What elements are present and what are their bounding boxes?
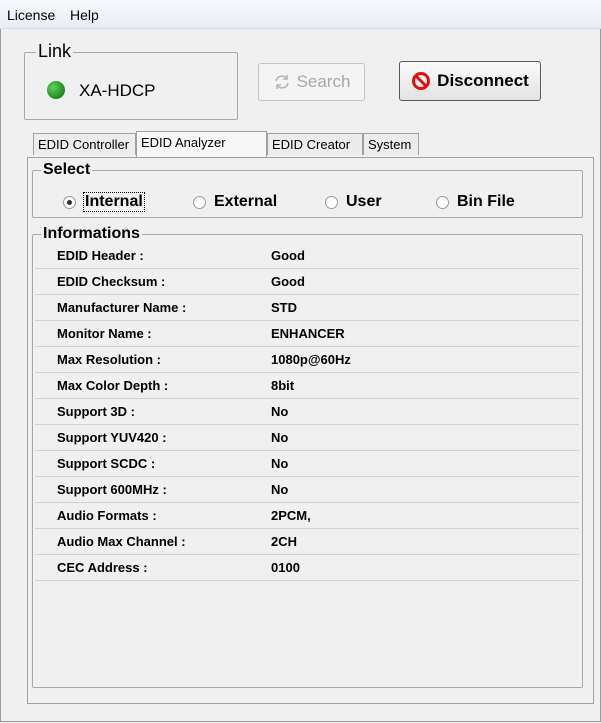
search-button-label: Search xyxy=(296,72,351,91)
info-value: 0100 xyxy=(271,560,300,575)
info-value: 2CH xyxy=(271,534,298,549)
tab-system[interactable]: System xyxy=(363,133,419,155)
info-value: No xyxy=(271,404,289,419)
info-value: ENHANCER xyxy=(271,326,345,341)
link-title: Link xyxy=(36,41,74,62)
radio-internal[interactable]: Internal xyxy=(63,192,145,212)
info-label: EDID Checksum : xyxy=(57,274,166,289)
radio-button[interactable] xyxy=(325,195,338,209)
radio-bin-file[interactable]: Bin File xyxy=(436,193,515,211)
radio-button[interactable] xyxy=(436,195,449,209)
tab-edid-controller[interactable]: EDID Controller xyxy=(33,133,136,155)
radio-label: External xyxy=(214,193,278,210)
menu-help[interactable]: Help xyxy=(70,7,99,23)
radio-label: User xyxy=(346,193,382,210)
radio-button[interactable] xyxy=(193,195,206,209)
info-row: Manufacturer Name : STD xyxy=(35,295,579,321)
disconnect-button-label: Disconnect xyxy=(437,71,529,90)
device-name: XA-HDCP xyxy=(79,81,156,100)
info-label: Support SCDC : xyxy=(57,456,156,471)
info-row: Monitor Name : ENHANCER xyxy=(35,321,579,347)
info-value: 2PCM, xyxy=(271,508,311,523)
select-title: Select xyxy=(41,161,93,179)
informations-list: EDID Header : Good EDID Checksum : Good Ma… xyxy=(35,243,579,581)
info-row: Support SCDC : No xyxy=(35,451,579,477)
info-value: No xyxy=(271,482,289,497)
informations-title: Informations xyxy=(41,225,142,243)
informations-group: Informations EDID Header : Good EDID Chec… xyxy=(32,225,583,688)
search-button[interactable]: Search xyxy=(258,63,365,101)
menu-license[interactable]: License xyxy=(7,7,55,23)
prohibited-icon xyxy=(412,72,431,90)
tab-edid-analyzer[interactable]: EDID Analyzer xyxy=(136,131,267,157)
info-value: 1080p@60Hz xyxy=(271,352,351,367)
info-row: Support 600MHz : No xyxy=(35,477,579,503)
radio-user[interactable]: User xyxy=(325,193,382,211)
connection-status-led-icon xyxy=(47,81,65,99)
info-value: Good xyxy=(271,274,305,289)
menu-bar: License Help xyxy=(0,0,601,29)
info-row: Audio Max Channel : 2CH xyxy=(35,529,579,555)
info-label: Support 600MHz : xyxy=(57,482,167,497)
info-label: Audio Formats : xyxy=(57,508,157,523)
info-value: 8bit xyxy=(271,378,295,393)
info-value: No xyxy=(271,456,289,471)
radio-external[interactable]: External xyxy=(193,193,277,211)
refresh-icon xyxy=(274,75,289,89)
disconnect-button[interactable]: Disconnect xyxy=(399,61,541,101)
info-label: CEC Address : xyxy=(57,560,148,575)
radio-button[interactable] xyxy=(63,195,76,209)
info-label: EDID Header : xyxy=(57,248,144,263)
tab-edid-creator[interactable]: EDID Creator xyxy=(267,133,363,155)
info-label: Max Resolution : xyxy=(57,352,162,367)
info-row: Audio Formats : 2PCM, xyxy=(35,503,579,529)
info-label: Manufacturer Name : xyxy=(57,300,187,315)
radio-label: Bin File xyxy=(457,193,515,210)
info-row: Support YUV420 : No xyxy=(35,425,579,451)
info-value: Good xyxy=(271,248,305,263)
info-label: Support YUV420 : xyxy=(57,430,167,445)
info-row: Max Color Depth : 8bit xyxy=(35,373,579,399)
info-label: Support 3D : xyxy=(57,404,135,419)
info-value: No xyxy=(271,430,289,445)
info-value: STD xyxy=(271,300,297,315)
select-group: Select Internal External User Bin File xyxy=(32,161,583,218)
info-label: Audio Max Channel : xyxy=(57,534,186,549)
info-row: Support 3D : No xyxy=(35,399,579,425)
radio-label: Internal xyxy=(83,192,145,212)
info-label: Max Color Depth : xyxy=(57,378,169,393)
link-group: Link XA-HDCP xyxy=(24,41,238,120)
info-row: CEC Address : 0100 xyxy=(35,555,579,581)
info-label: Monitor Name : xyxy=(57,326,152,341)
info-row: Max Resolution : 1080p@60Hz xyxy=(35,347,579,373)
info-row: EDID Checksum : Good xyxy=(35,269,579,295)
info-row: EDID Header : Good xyxy=(35,243,579,269)
